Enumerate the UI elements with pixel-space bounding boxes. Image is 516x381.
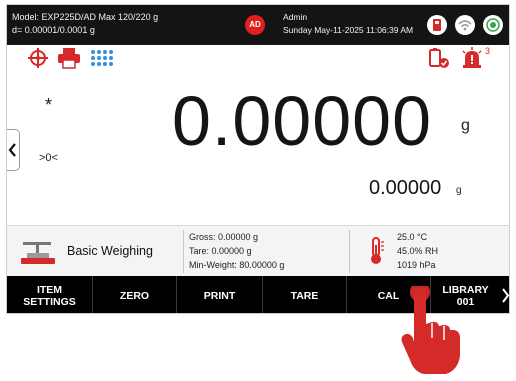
division-line: d= 0.00001/0.0001 g bbox=[12, 25, 95, 35]
tap-hand-icon bbox=[398, 282, 462, 381]
item-settings-button[interactable]: ITEM SETTINGS bbox=[7, 276, 93, 313]
tare-weight: Tare: 0.00000 g bbox=[189, 246, 252, 256]
main-weight-value: 0.00000 bbox=[172, 82, 433, 160]
model-info: Model: EXP225D/AD Max 120/220 g d= 0.000… bbox=[12, 11, 158, 37]
secondary-weight-unit[interactable]: g bbox=[456, 185, 462, 196]
avatar[interactable]: AD bbox=[245, 15, 265, 35]
wifi-icon[interactable] bbox=[455, 15, 475, 35]
tare-button[interactable]: TARE bbox=[263, 276, 347, 313]
main-weight-unit[interactable]: g bbox=[461, 117, 470, 135]
level-bubble-icon[interactable] bbox=[483, 15, 503, 35]
environment-readings: 25.0 °C 45.0% RH 1019 hPa bbox=[397, 230, 438, 272]
zero-indicator: >0< bbox=[39, 152, 58, 164]
application-name[interactable]: Basic Weighing bbox=[67, 244, 153, 258]
temperature: 25.0 °C bbox=[397, 232, 428, 242]
status-bar: Model: EXP225D/AD Max 120/220 g d= 0.000… bbox=[7, 5, 509, 45]
weight-display: * >0< 0.00000 g 0.00000 g bbox=[7, 69, 509, 225]
pressure: 1019 hPa bbox=[397, 260, 436, 270]
min-weight: Min-Weight: 80.00000 g bbox=[189, 260, 285, 270]
zero-button[interactable]: ZERO bbox=[93, 276, 177, 313]
function-bar-next[interactable] bbox=[500, 276, 509, 313]
model-line: Model: EXP225D/AD Max 120/220 g bbox=[12, 12, 159, 22]
stability-indicator: * bbox=[45, 95, 53, 115]
side-panel-handle[interactable] bbox=[7, 129, 20, 171]
gross-weight: Gross: 0.00000 g bbox=[189, 232, 259, 242]
info-panel: Basic Weighing Gross: 0.00000 g Tare: 0.… bbox=[7, 225, 509, 277]
user-name: Admin bbox=[283, 12, 308, 22]
divider bbox=[349, 230, 350, 273]
toolbar: 3 bbox=[7, 45, 509, 69]
balance-screen: Model: EXP225D/AD Max 120/220 g d= 0.000… bbox=[6, 4, 510, 314]
chevron-left-icon bbox=[8, 143, 16, 157]
usb-storage-icon[interactable] bbox=[427, 15, 447, 35]
print-button[interactable]: PRINT bbox=[177, 276, 263, 313]
thermometer-icon bbox=[367, 236, 387, 271]
secondary-weight-value: 0.00000 bbox=[369, 177, 442, 199]
user-info: Admin Sunday May-11-2025 11:06:39 AM bbox=[283, 11, 413, 37]
alarm-count: 3 bbox=[485, 46, 491, 56]
weight-details: Gross: 0.00000 g Tare: 0.00000 g Min-Wei… bbox=[189, 230, 284, 272]
date-time: Sunday May-11-2025 11:06:39 AM bbox=[283, 25, 414, 35]
balance-icon bbox=[19, 238, 57, 271]
chevron-right-icon bbox=[502, 288, 509, 303]
divider bbox=[183, 230, 184, 273]
humidity: 45.0% RH bbox=[397, 246, 439, 256]
